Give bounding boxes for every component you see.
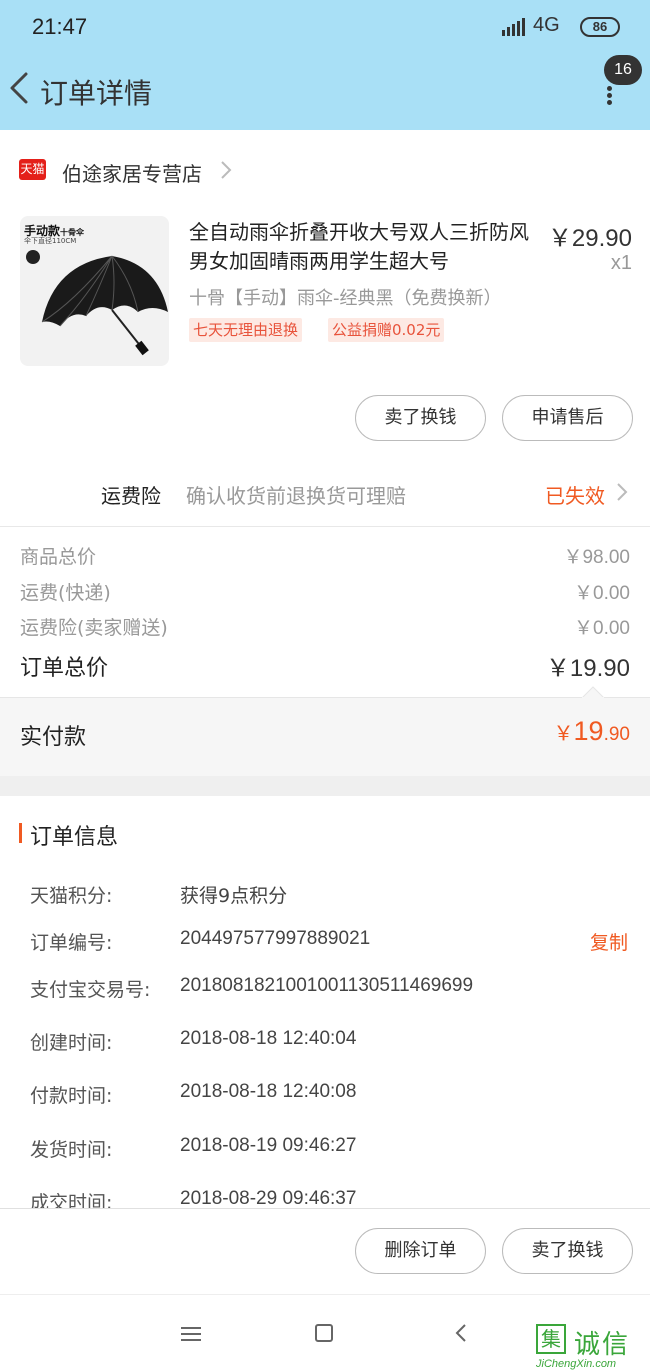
alipay-trade-value: 2018081821001001130511469699: [180, 975, 474, 996]
sell-for-cash-button[interactable]: 卖了换钱: [355, 395, 486, 441]
section-gap: [0, 776, 650, 796]
chevron-right-icon: [221, 161, 232, 179]
return-policy-tag: 七天无理由退换: [189, 318, 303, 342]
completed-time-value: 2018-08-29 09:46:37: [180, 1188, 357, 1209]
caret-up-icon: [582, 686, 604, 698]
created-time-value: 2018-08-18 12:40:04: [180, 1028, 357, 1049]
signal-icon: [502, 18, 528, 36]
divider: [0, 526, 650, 527]
product-price: ￥29.90: [547, 225, 632, 252]
points-value: 获得9点积分: [180, 885, 288, 907]
paid-time-value: 2018-08-18 12:40:08: [180, 1081, 357, 1102]
more-options-icon[interactable]: [606, 86, 614, 106]
amount-paid-section: [0, 697, 650, 776]
shipping-insurance-status[interactable]: 已失效: [545, 480, 605, 509]
top-bar: 21:47 4G 86 订单详情 16: [0, 0, 650, 130]
nav-back-icon[interactable]: [455, 1323, 467, 1343]
goods-total-value: ￥98.00: [563, 547, 630, 568]
product-thumbnail[interactable]: 手动款十骨伞 伞下直径110CM: [20, 216, 169, 366]
product-name[interactable]: 全自动雨伞折叠开收大号双人三折防风男女加固晴雨两用学生超大号: [189, 218, 544, 276]
watermark-domain: JiChengXin.com: [536, 1358, 617, 1370]
apply-aftersale-button[interactable]: 申请售后: [502, 395, 633, 441]
back-icon[interactable]: [8, 68, 32, 108]
watermark-chars: 诚信: [574, 1330, 631, 1360]
delete-order-button[interactable]: 删除订单: [355, 1228, 486, 1274]
store-name[interactable]: 伯途家居专营店: [62, 158, 202, 187]
status-time: 21:47: [32, 14, 88, 39]
alipay-trade-label: 支付宝交易号:: [30, 979, 151, 1001]
menu-icon[interactable]: [181, 1327, 201, 1341]
sell-for-cash-button-bottom[interactable]: 卖了换钱: [502, 1228, 633, 1274]
order-number-label: 订单编号:: [30, 932, 113, 954]
tmall-logo: 天猫: [19, 159, 46, 180]
shipping-fee-label: 运费(快递): [20, 582, 111, 604]
watermark-logo: 集 诚信 JiChengXin.com: [532, 1322, 650, 1372]
order-info-title: 订单信息: [30, 825, 119, 850]
amount-paid-label: 实付款: [20, 725, 87, 750]
shipping-insurance-label: 运费险: [101, 484, 161, 508]
order-total-value: ￥19.90: [545, 655, 630, 682]
created-time-label: 创建时间:: [30, 1032, 113, 1054]
order-number-value: 204497577997889021: [180, 928, 371, 949]
paid-time-label: 付款时间:: [30, 1085, 113, 1107]
home-icon[interactable]: [315, 1324, 333, 1342]
shipped-time-value: 2018-08-19 09:46:27: [180, 1135, 357, 1156]
charity-tag: 公益捐赠0.02元: [328, 318, 445, 342]
amount-paid-value: ￥19.90: [553, 716, 630, 746]
points-label: 天猫积分:: [30, 885, 113, 907]
status-bar: 21:47 4G 86: [0, 0, 650, 56]
insurance-fee-label: 运费险(卖家赠送): [20, 617, 168, 639]
shipping-insurance-desc: 确认收货前退换货可理赔: [186, 484, 406, 508]
store-row[interactable]: 天猫 伯途家居专营店: [0, 132, 650, 208]
goods-total-label: 商品总价: [20, 546, 97, 568]
battery-indicator: 86: [580, 17, 620, 37]
order-total-label: 订单总价: [20, 656, 109, 681]
watermark-char-box: 集: [536, 1324, 566, 1354]
copy-button[interactable]: 复制: [590, 928, 628, 955]
bottom-action-bar: 删除订单 卖了换钱: [0, 1208, 650, 1294]
product-quantity: x1: [610, 252, 632, 274]
chevron-right-icon[interactable]: [616, 482, 628, 502]
network-type: 4G: [533, 14, 560, 36]
umbrella-image: [41, 255, 168, 356]
shipping-fee-value: ￥0.00: [574, 583, 630, 604]
section-accent-bar: [19, 823, 22, 843]
insurance-fee-value: ￥0.00: [574, 618, 630, 639]
page-title: 订单详情: [40, 77, 153, 110]
message-badge[interactable]: 16: [604, 55, 642, 85]
product-sku: 十骨【手动】雨伞-经典黑（免费换新）: [189, 288, 502, 309]
shipped-time-label: 发货时间:: [30, 1139, 113, 1161]
